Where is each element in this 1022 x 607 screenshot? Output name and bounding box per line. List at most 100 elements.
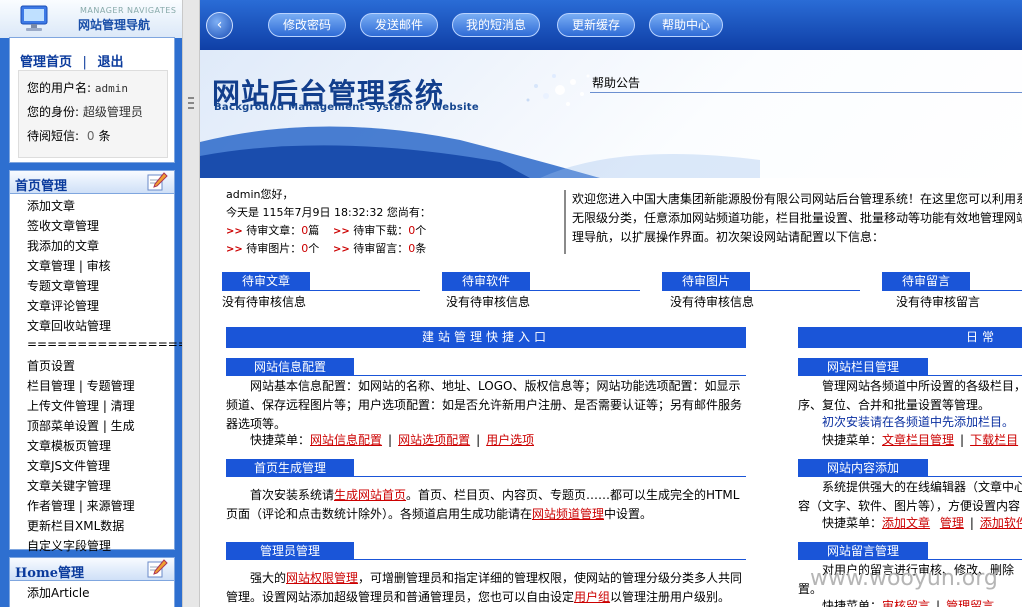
user-group-link[interactable]: 用户组 <box>574 590 610 604</box>
pending-messages-stat: >> 待审留言：0条 <box>333 240 426 259</box>
computer-icon <box>20 5 48 31</box>
manage-message-link[interactable]: 管理留言 <box>946 599 994 607</box>
pending-messages-value: 没有待审核留言 <box>896 295 981 309</box>
site-config-text: 网站基本信息配置：如网站的名称、地址、LOGO、版权信息等；网站功能选项配置：如… <box>226 379 743 431</box>
sidebar-menu-item[interactable]: 文章JS文件管理 <box>27 457 110 474</box>
system-subtitle: Background Management System of Website <box>214 102 479 113</box>
logout-link[interactable]: 退出 <box>97 55 123 70</box>
menu-header-home[interactable]: 首页管理 <box>9 170 175 194</box>
home-gen-section: 首页生成管理 <box>226 459 746 477</box>
intro-line: 欢迎您进入中国大唐集团新能源股份有限公司网站后台管理系统！在这里您可以利用系统提… <box>572 192 1022 206</box>
sidebar-menu-item[interactable]: 文章模板页管理 <box>27 437 111 454</box>
pending-software-tab[interactable]: 待审软件 <box>442 272 530 290</box>
message-row: 待阅短信: 0条 <box>27 127 111 144</box>
content-add-text: 系统提供强大的在线编辑器（文章中心容（文字、软件、图片等），方便设置内容 <box>798 480 1022 513</box>
sidebar-menu-item[interactable]: 首页设置 <box>27 357 75 374</box>
user-info-box: 管理首页 | 退出 您的用户名: admin 您的身份: 超级管理员 待阅短信:… <box>9 37 175 163</box>
add-software-link[interactable]: 添加软件 <box>980 516 1022 530</box>
update-cache-button[interactable]: 更新缓存 <box>557 13 635 37</box>
sidebar-menu-item[interactable]: 添加Article <box>27 584 90 601</box>
pending-articles-value: 没有待审核信息 <box>222 295 307 309</box>
link-separator: | <box>969 516 974 530</box>
column-manage-section: 网站栏目管理 <box>798 358 1022 376</box>
menu-header-home2[interactable]: Home管理 <box>9 557 175 581</box>
sidebar-menu-item[interactable]: 专题文章管理 <box>27 277 99 294</box>
change-password-button[interactable]: 修改密码 <box>268 13 346 37</box>
greeting-text: admin您好， <box>226 188 294 201</box>
download-column-link[interactable]: 下载栏目 <box>970 433 1018 447</box>
quick-menu-label: 快捷菜单： <box>822 433 883 447</box>
home-gen-post: 中设置。 <box>604 507 653 521</box>
sidebar-menu-item[interactable]: 签收文章管理 <box>27 217 99 234</box>
pending-images-tab[interactable]: 待审图片 <box>662 272 750 290</box>
stat-unit: 条 <box>415 242 427 255</box>
section-underline <box>226 375 746 376</box>
watermark-text: www.wooyun.org <box>810 566 998 591</box>
splitter-grip-icon[interactable] <box>188 97 194 109</box>
link-separator: | <box>476 433 481 447</box>
generate-home-link[interactable]: 生成网站首页 <box>334 488 406 502</box>
article-column-link[interactable]: 文章栏目管理 <box>882 433 954 447</box>
sidebar-menu-item[interactable]: 更新栏目XML数据 <box>27 517 124 534</box>
sidebar-menu-item[interactable]: ==================== <box>27 337 182 351</box>
my-messages-button[interactable]: 我的短消息 <box>452 13 540 37</box>
home-gen-pre: 首次安装系统请 <box>250 488 335 502</box>
manage-link[interactable]: 管理 <box>940 516 964 530</box>
sidebar-menu-item[interactable]: 上传文件管理 | 清理 <box>27 397 135 414</box>
help-notice-label[interactable]: 帮助公告 <box>592 74 640 91</box>
user-info-panel: 您的用户名: admin 您的身份: 超级管理员 待阅短信: 0条 <box>18 70 168 158</box>
notice-divider <box>590 92 1022 93</box>
admin-section: 管理员管理 <box>226 542 746 560</box>
pending-messages-tab[interactable]: 待审留言 <box>882 272 970 290</box>
link-separator: | <box>936 599 941 607</box>
sidebar-menu-item[interactable]: 文章评论管理 <box>27 297 99 314</box>
review-message-link[interactable]: 审核留言 <box>882 599 930 607</box>
send-mail-button[interactable]: 发送邮件 <box>360 13 438 37</box>
sidebar-menu-item[interactable]: 文章回收站管理 <box>27 317 111 334</box>
site-config-section: 网站信息配置 <box>226 358 746 376</box>
sidebar-menu-item[interactable]: 作者管理 | 来源管理 <box>27 497 135 514</box>
banner-swoosh <box>200 126 760 178</box>
site-info-config-link[interactable]: 网站信息配置 <box>310 433 382 447</box>
intro-text: 欢迎您进入中国大唐集团新能源股份有限公司网站后台管理系统！在这里您可以利用系统提… <box>564 190 1022 254</box>
sidebar-menu-item[interactable]: 添加文章 <box>27 197 75 214</box>
guestbook-quick-menu: 快捷菜单：审核留言 | 管理留言 <box>822 597 1022 607</box>
top-nav-bar: ‹ 修改密码 发送邮件 我的短消息 更新缓存 帮助中心 <box>200 0 1022 50</box>
sidebar-menu-item[interactable]: 顶部菜单设置 | 生成 <box>27 417 135 434</box>
link-separator: | <box>960 433 965 447</box>
link-separator: | <box>82 55 87 70</box>
username-row: 您的用户名: admin <box>27 79 128 96</box>
intro-line: 无限级分类，任意添加网站频道功能，栏目批量设置、批量移动等功能有效地管理网站，快… <box>572 211 1022 225</box>
user-links: 管理首页 | 退出 <box>20 51 123 70</box>
tab-underline <box>442 290 640 291</box>
pending-downloads-stat: >> 待审下载：0个 <box>333 222 426 241</box>
content-quick-menu: 快捷菜单：添加文章 管理 | 添加软件 <box>822 514 1022 531</box>
admin-home-link[interactable]: 管理首页 <box>20 55 72 70</box>
back-arrow-icon[interactable]: ‹ <box>206 12 233 39</box>
sidebar-menu-item[interactable]: 文章关键字管理 <box>27 477 111 494</box>
add-article-link[interactable]: 添加文章 <box>882 516 930 530</box>
content-add-title: 网站内容添加 <box>798 459 928 477</box>
channel-manage-link[interactable]: 网站频道管理 <box>532 507 604 521</box>
stat-label: 待审图片： <box>246 242 302 255</box>
sidebar-menu-item[interactable]: 文章管理 | 审核 <box>27 257 111 274</box>
site-options-link[interactable]: 网站选项配置 <box>398 433 470 447</box>
help-center-button[interactable]: 帮助中心 <box>649 13 723 37</box>
frame-splitter[interactable] <box>182 0 200 607</box>
menu-body-home: 添加文章签收文章管理 我添加的文章 文章管理 | 审核 专题文章管理 文章评论管理 文章回… <box>9 194 182 553</box>
stat-label: 待审留言： <box>353 242 409 255</box>
column-manage-title: 网站栏目管理 <box>798 358 928 376</box>
section-underline <box>798 559 1022 560</box>
pending-software-panel: 待审软件 没有待审核信息 <box>442 272 640 309</box>
sidebar-menu-item[interactable]: 自定义字段管理 <box>27 537 111 554</box>
logo-cn-text: 网站管理导航 <box>78 18 151 32</box>
sidebar-menu-item[interactable]: 我添加的文章 <box>27 237 99 254</box>
username-label: 您的用户名: <box>27 81 92 95</box>
permission-manage-link[interactable]: 网站权限管理 <box>286 571 358 585</box>
pending-articles-tab[interactable]: 待审文章 <box>222 272 310 290</box>
column-quick-menu: 快捷菜单：文章栏目管理 | 下载栏目 <box>822 431 1022 448</box>
sidebar-menu-item[interactable]: 栏目管理 | 专题管理 <box>27 377 135 394</box>
arrow-icon: >> <box>333 226 350 237</box>
user-options-link[interactable]: 用户选项 <box>486 433 534 447</box>
daily-header: 日常 <box>798 327 1022 348</box>
